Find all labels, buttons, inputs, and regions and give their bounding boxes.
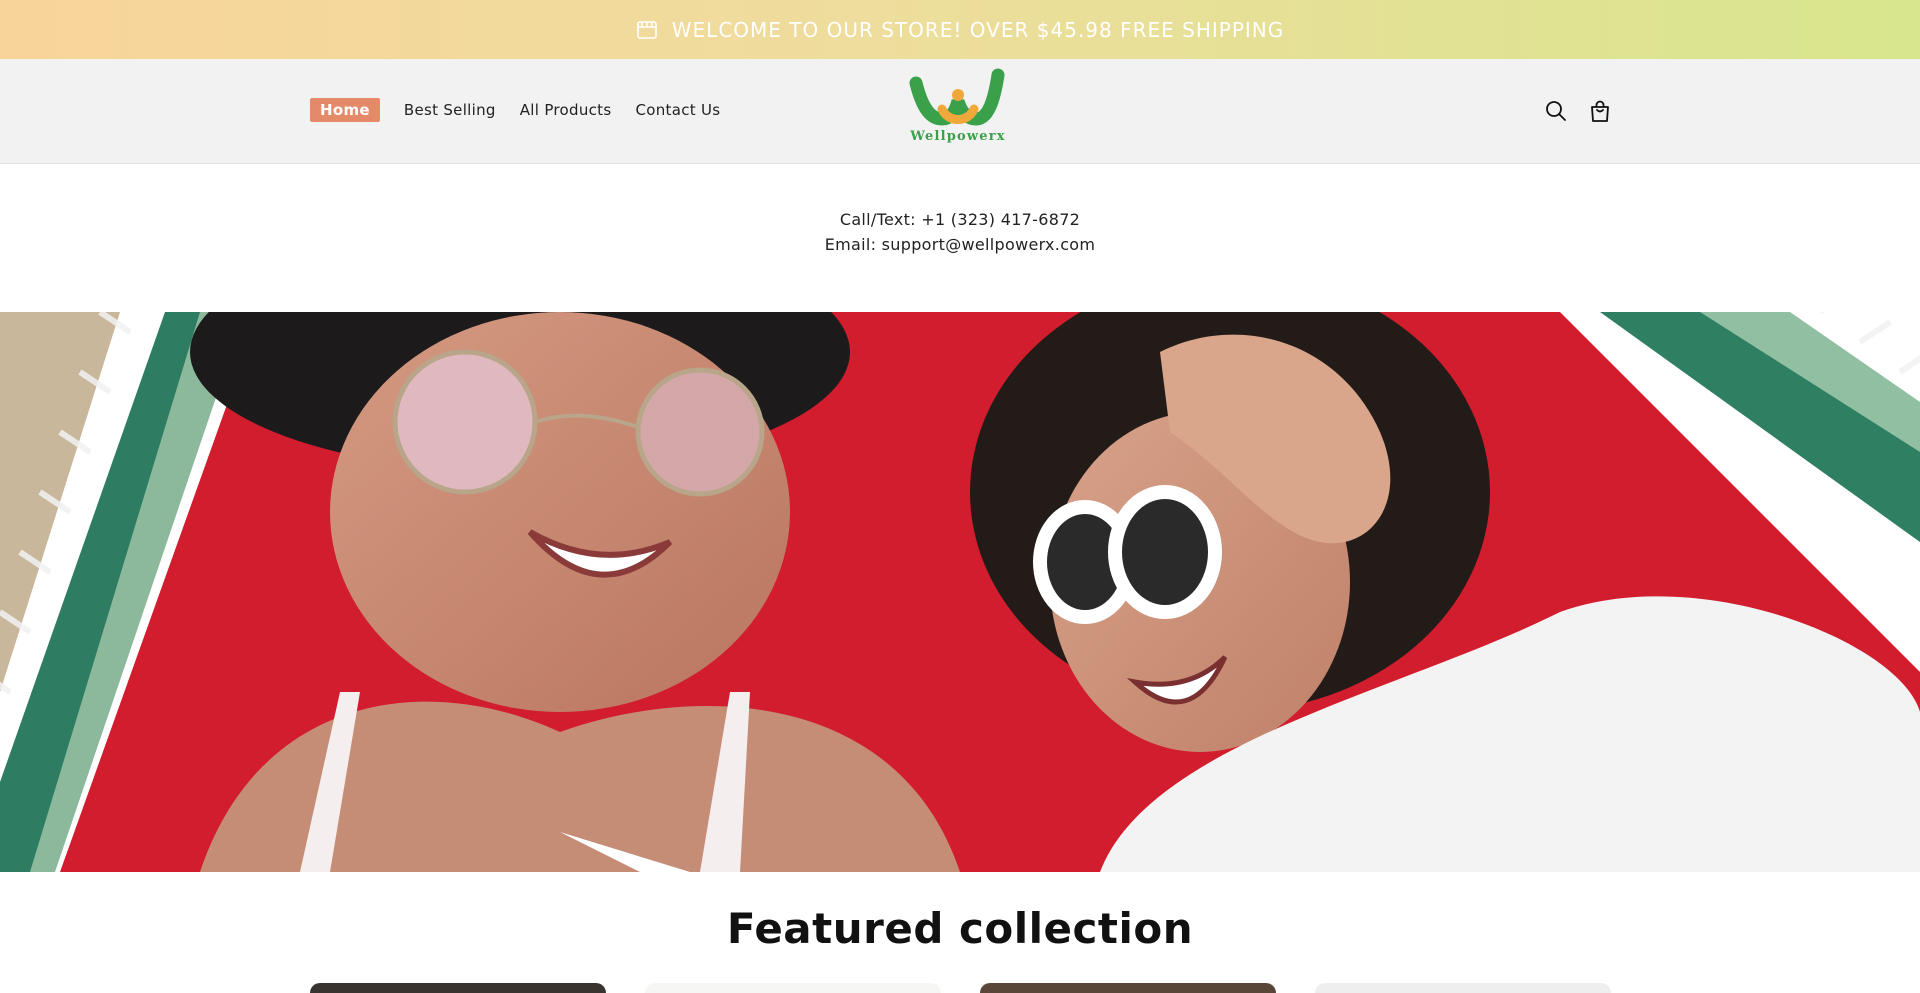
main-nav: Home Best Selling All Products Contact U… [310,98,744,122]
nav-best-selling[interactable]: Best Selling [404,101,496,119]
site-logo[interactable]: Wellpowerx [908,65,1008,147]
contact-info: Call/Text: +1 (323) 417-6872 Email: supp… [0,207,1920,257]
store-icon [636,19,658,41]
nav-contact-us[interactable]: Contact Us [635,101,720,119]
nav-all-products[interactable]: All Products [520,101,612,119]
product-card[interactable] [1315,983,1611,993]
product-card[interactable] [310,983,606,993]
site-header: Home Best Selling All Products Contact U… [0,59,1920,164]
nav-home[interactable]: Home [310,98,380,122]
product-cards [0,983,1920,993]
hero-image [0,312,1920,872]
cart-icon[interactable] [1588,99,1612,123]
search-icon[interactable] [1544,99,1568,123]
featured-collection-title: Featured collection [726,904,1194,953]
hero-illustration [0,312,1920,872]
contact-email: Email: support@wellpowerx.com [824,235,1096,254]
logo-mark [909,68,1005,126]
announcement-bar: WELCOME TO OUR STORE! OVER $45.98 FREE S… [0,0,1920,59]
product-card[interactable] [645,983,941,993]
product-card[interactable] [980,983,1276,993]
logo-text: Wellpowerx [910,129,1006,144]
contact-phone: Call/Text: +1 (323) 417-6872 [839,210,1081,229]
announcement-text: WELCOME TO OUR STORE! OVER $45.98 FREE S… [671,17,1285,42]
